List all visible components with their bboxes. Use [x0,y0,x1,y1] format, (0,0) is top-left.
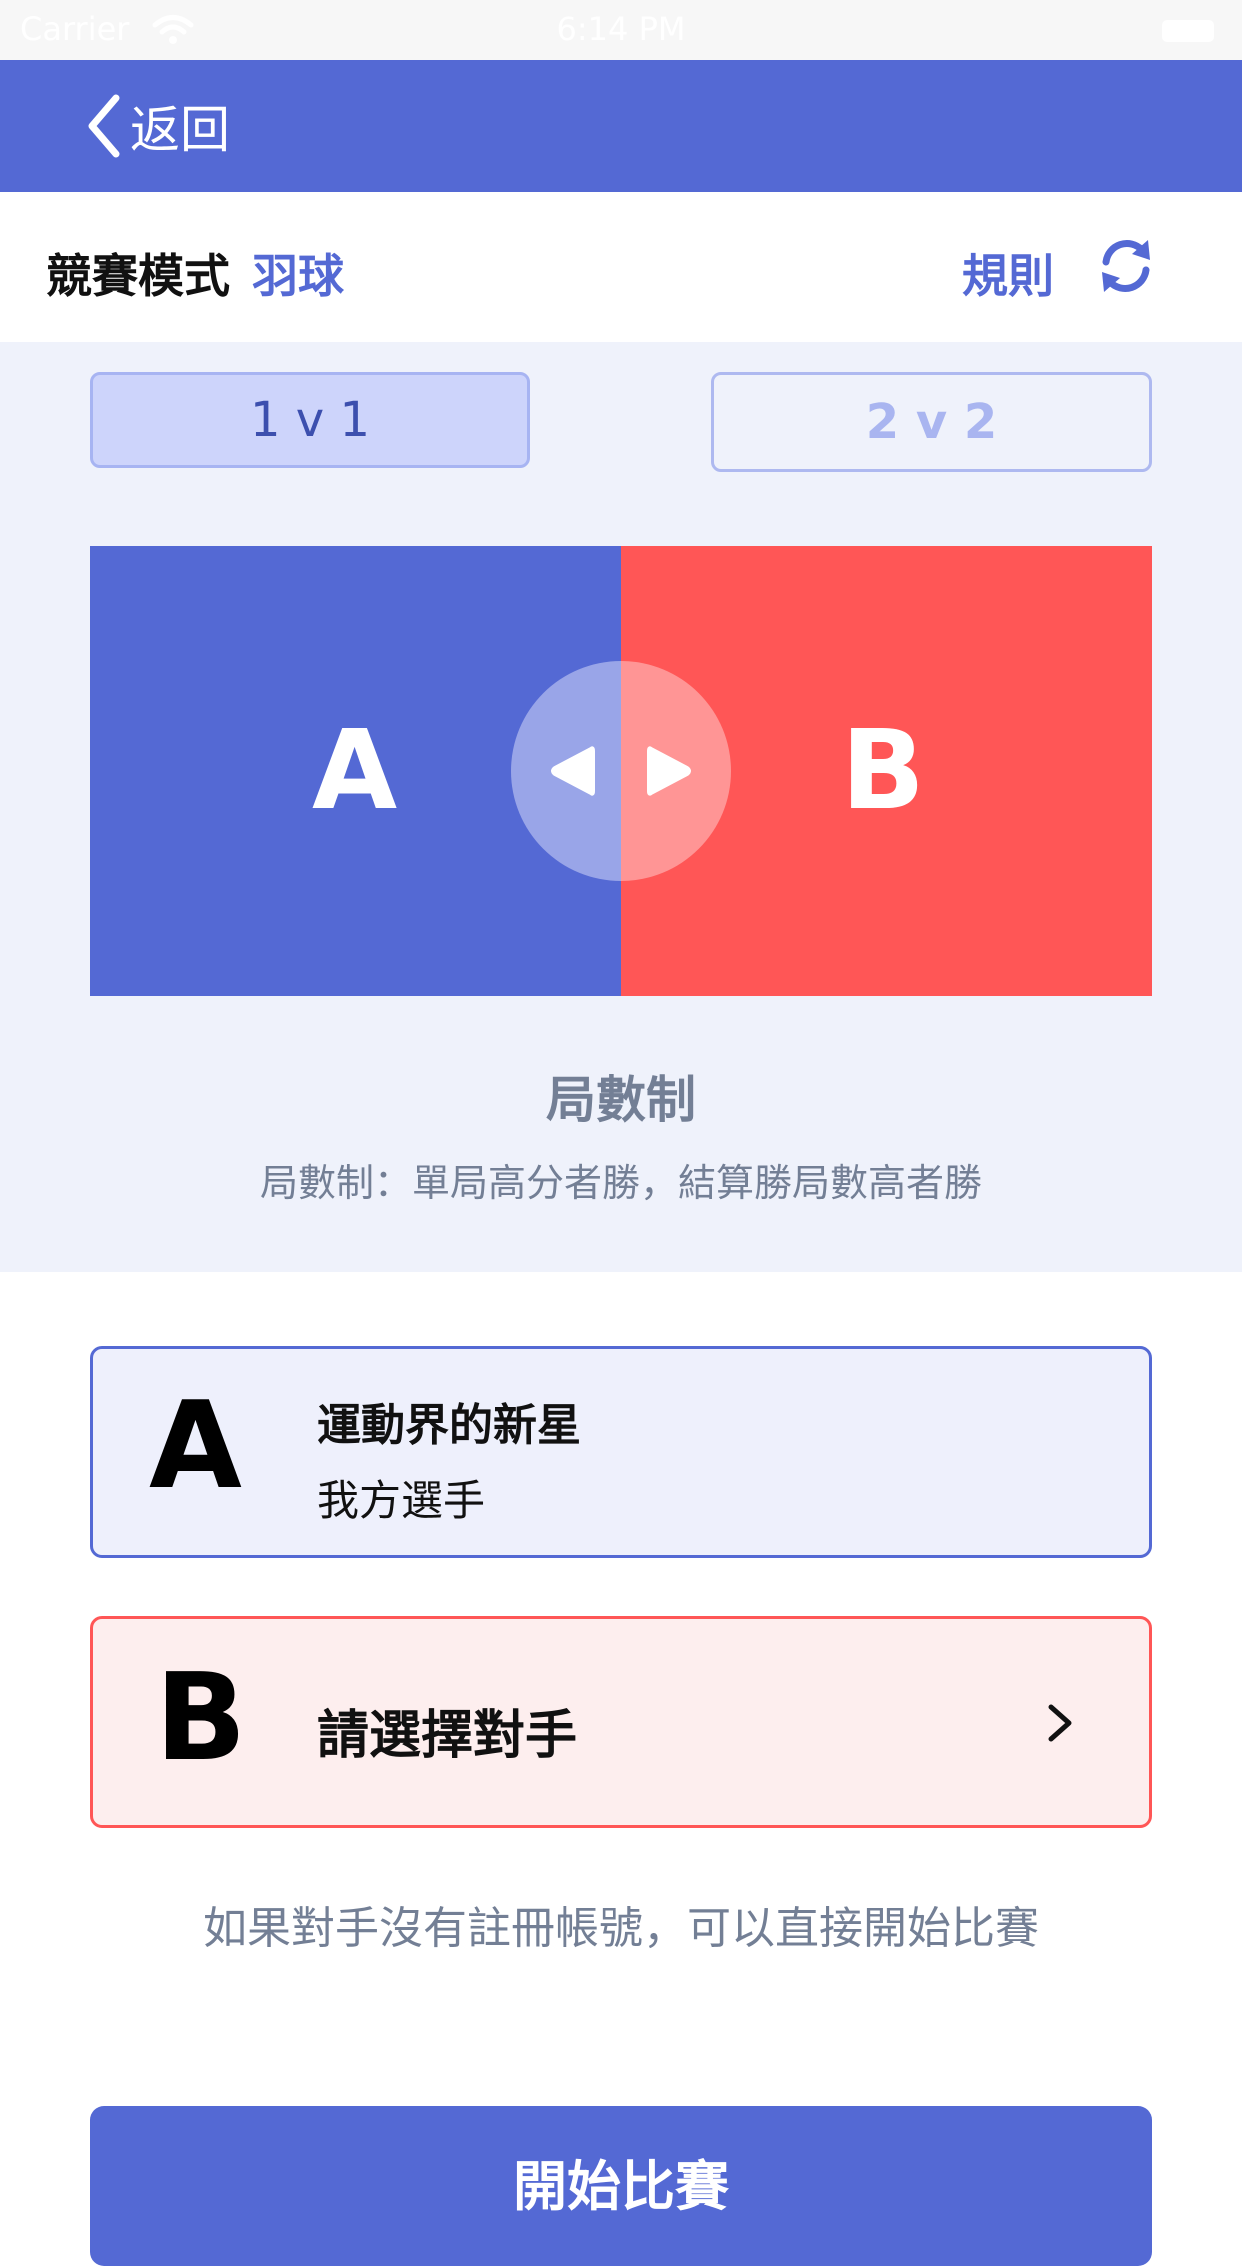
start-match-button[interactable]: 開始比賽 [90,2106,1152,2266]
sport-name: 羽球 [252,249,344,303]
court-sides: A B [90,546,1152,996]
player-a-role: 我方選手 [317,1476,486,1525]
player-a-letter: A [149,1377,242,1516]
swap-right-arrow-icon [647,746,691,796]
mode-2v2-button[interactable]: 2 v 2 [711,372,1152,472]
page-title: 競賽模式 [46,249,230,303]
select-opponent-button[interactable]: B 請選擇對手 [90,1616,1152,1828]
side-a-letter: A [312,706,398,834]
rules-link[interactable]: 規則 [962,240,1054,306]
back-button[interactable]: 返回 [84,94,230,159]
swap-left-arrow-icon [551,746,595,796]
swap-sides-button[interactable] [511,661,731,881]
start-match-label: 開始比賽 [513,2155,729,2218]
chevron-left-icon [88,94,120,158]
select-opponent-label: 請選擇對手 [317,1706,578,1766]
back-label: 返回 [130,101,230,159]
nav-bar: 返回 [0,60,1242,192]
mode-header: 競賽模式 羽球 規則 [0,192,1242,342]
status-time: 6:14 PM [556,10,686,48]
player-a-card: A 運動界的新星 我方選手 [90,1346,1152,1558]
mode-1v1-button[interactable]: 1 v 1 [90,372,530,468]
hint-text: 如果對手沒有註冊帳號，可以直接開始比賽 [203,1903,1039,1954]
status-bar: Carrier 6:14 PM [0,0,1242,60]
scoring-description: 局數制：單局高分者勝，結算勝局數高者勝 [259,1161,982,1205]
settings-panel: 1 v 1 2 v 2 A B 局數制 局數制：單局高分者勝，結算勝局數高者勝 [0,342,1242,1272]
player-a-name: 運動界的新星 [317,1400,581,1451]
refresh-icon[interactable] [1094,234,1158,298]
chevron-right-icon [1048,1704,1072,1742]
battery-icon [1162,20,1214,42]
scoring-title: 局數制 [546,1071,696,1129]
player-b-letter: B [155,1649,247,1788]
side-b-letter: B [841,706,925,834]
